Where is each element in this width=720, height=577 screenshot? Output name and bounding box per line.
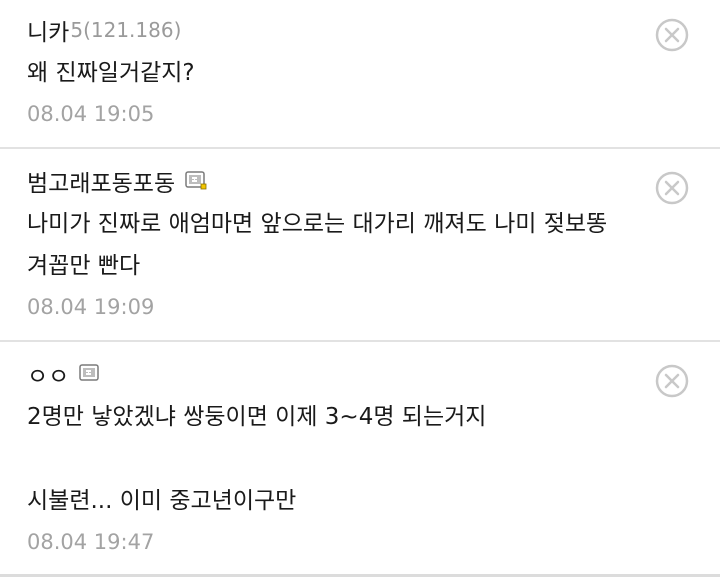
delete-comment-button[interactable]: [655, 18, 689, 52]
comment-author-level: 5: [70, 18, 84, 42]
comment-body: 2명만 낳았겠냐 쌍둥이면 이제 3~4명 되는거지 시불련... 이미 중고년…: [27, 404, 487, 514]
delete-comment-button[interactable]: [655, 364, 689, 398]
comment-author-line: 니카 5 (121.186): [27, 12, 720, 48]
comment-timestamp: 08.04 19:05: [27, 102, 155, 126]
comment-author[interactable]: 범고래포동포동: [27, 164, 175, 198]
fixed-nick-badge-icon: [79, 364, 100, 381]
comment-author-line: ㅇㅇ: [27, 356, 720, 392]
comment-list: 니카 5 (121.186) 왜 진짜일거같지? 08.04 19:05 범고래…: [0, 0, 720, 577]
delete-comment-button[interactable]: [655, 171, 689, 205]
close-circle-icon: [655, 171, 689, 205]
comment-body: 왜 진짜일거같지?: [27, 60, 195, 86]
comment-body: 나미가 진짜로 애엄마면 앞으로는 대가리 깨져도 나미 젖보똥 겨꼽만 빤다: [27, 211, 608, 279]
comment-timestamp: 08.04 19:09: [27, 295, 155, 319]
comment-author[interactable]: 니카: [27, 13, 69, 47]
comment-timestamp: 08.04 19:47: [27, 530, 155, 554]
comment-item: 범고래포동포동 나미가 진짜로 애엄마면 앞으로는 대가리 깨져도 나미 젖보똥…: [0, 149, 720, 342]
fixed-nick-badge-icon: [185, 171, 207, 190]
close-circle-icon: [655, 18, 689, 52]
comment-author-line: 범고래포동포동: [27, 163, 720, 199]
close-circle-icon: [655, 364, 689, 398]
comment-author[interactable]: ㅇㅇ: [27, 357, 69, 391]
comment-item: 니카 5 (121.186) 왜 진짜일거같지? 08.04 19:05: [0, 0, 720, 149]
comment-author-ip: (121.186): [83, 18, 182, 42]
comment-item: ㅇㅇ 2명만 낳았겠냐 쌍둥이면 이제 3~4명 되는거지 시불련... 이미 …: [0, 342, 720, 577]
